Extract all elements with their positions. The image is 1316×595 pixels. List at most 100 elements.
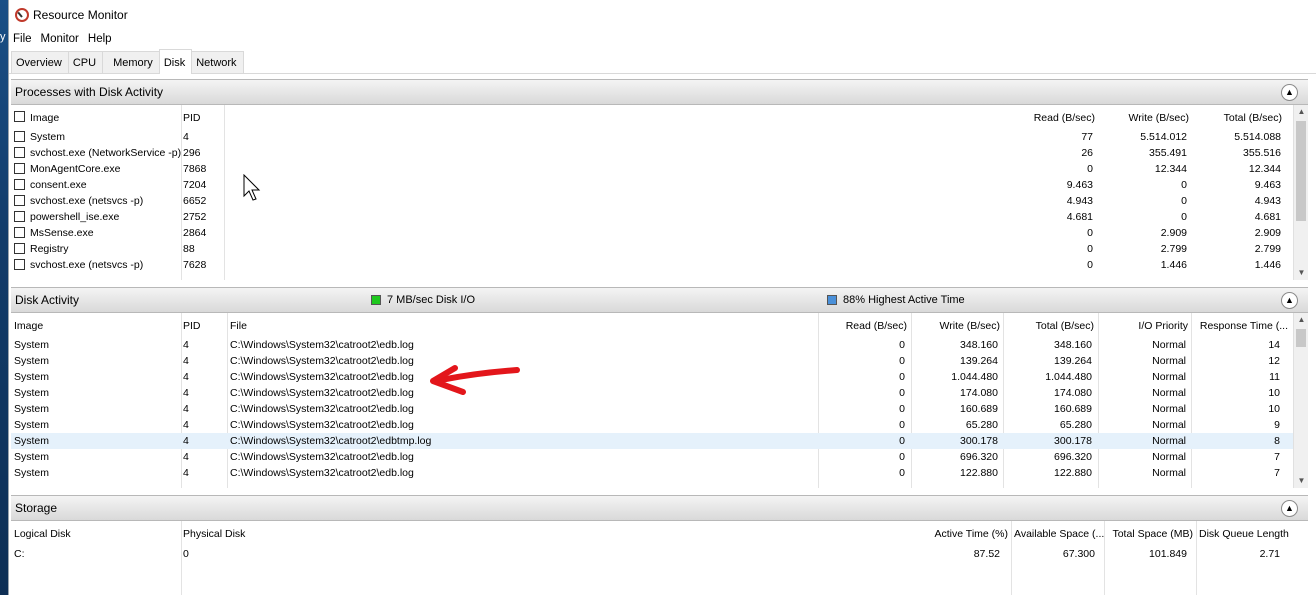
col-disk-queue-length[interactable]: Disk Queue Length [1199, 528, 1289, 540]
disk-file[interactable]: C:\Windows\System32\catroot2\edb.log [230, 387, 414, 399]
disk-read[interactable]: 0 [821, 355, 905, 367]
col-physical-disk[interactable]: Physical Disk [183, 528, 245, 540]
col-read[interactable]: Read (B/sec) [821, 320, 907, 332]
process-total[interactable]: 4.681 [1195, 211, 1281, 223]
disk-pid[interactable]: 4 [183, 451, 189, 463]
disk-write[interactable]: 348.160 [914, 339, 998, 351]
disk-activity-collapse-button[interactable]: ▲ [1281, 292, 1298, 309]
disk-file[interactable]: C:\Windows\System32\catroot2\edb.log [230, 419, 414, 431]
col-file[interactable]: File [230, 320, 247, 332]
disk-read[interactable]: 0 [821, 371, 905, 383]
process-write[interactable]: 0 [1101, 211, 1187, 223]
disk-total[interactable]: 1.044.480 [1006, 371, 1092, 383]
col-pid[interactable]: PID [183, 320, 201, 332]
disk-response-time[interactable]: 10 [1194, 387, 1280, 399]
process-image[interactable]: consent.exe [30, 179, 87, 191]
disk-response-time[interactable]: 10 [1194, 403, 1280, 415]
process-write[interactable]: 5.514.012 [1101, 131, 1187, 143]
process-total[interactable]: 4.943 [1195, 195, 1281, 207]
process-checkbox[interactable] [14, 195, 25, 206]
col-active-time[interactable]: Active Time (%) [911, 528, 1008, 540]
disk-pid[interactable]: 4 [183, 355, 189, 367]
disk-pid[interactable]: 4 [183, 419, 189, 431]
col-io-priority[interactable]: I/O Priority [1101, 320, 1188, 332]
disk-total[interactable]: 160.689 [1006, 403, 1092, 415]
process-checkbox[interactable] [14, 179, 25, 190]
process-checkbox[interactable] [14, 259, 25, 270]
disk-pid[interactable]: 4 [183, 339, 189, 351]
process-total[interactable]: 9.463 [1195, 179, 1281, 191]
disk-pid[interactable]: 4 [183, 403, 189, 415]
process-write[interactable]: 2.799 [1101, 243, 1187, 255]
process-total[interactable]: 2.909 [1195, 227, 1281, 239]
disk-file[interactable]: C:\Windows\System32\catroot2\edb.log [230, 467, 414, 479]
process-pid[interactable]: 4 [183, 131, 189, 143]
storage-logical-value[interactable]: C: [14, 548, 25, 560]
col-image[interactable]: Image [14, 320, 43, 332]
select-all-checkbox[interactable] [14, 111, 25, 122]
disk-file[interactable]: C:\Windows\System32\catroot2\edb.log [230, 355, 414, 367]
process-write[interactable]: 355.491 [1101, 147, 1187, 159]
tab-memory[interactable]: Memory [102, 51, 160, 73]
disk-total[interactable]: 300.178 [1006, 435, 1092, 447]
disk-io-priority[interactable]: Normal [1101, 451, 1186, 463]
disk-write[interactable]: 1.044.480 [914, 371, 998, 383]
disk-file[interactable]: C:\Windows\System32\catroot2\edb.log [230, 371, 414, 383]
process-read[interactable]: 26 [1011, 147, 1093, 159]
col-response-time[interactable]: Response Time (... [1194, 320, 1288, 332]
process-write[interactable]: 1.446 [1101, 259, 1187, 271]
disk-io-priority[interactable]: Normal [1101, 387, 1186, 399]
disk-pid[interactable]: 4 [183, 371, 189, 383]
process-image[interactable]: svchost.exe (NetworkService -p) [30, 147, 181, 159]
col-total[interactable]: Total (B/sec) [1006, 320, 1094, 332]
disk-response-time[interactable]: 14 [1194, 339, 1280, 351]
disk-io-priority[interactable]: Normal [1101, 403, 1186, 415]
process-write[interactable]: 2.909 [1101, 227, 1187, 239]
col-pid[interactable]: PID [183, 112, 201, 124]
storage-queue-value[interactable]: 2.71 [1199, 548, 1280, 560]
disk-response-time[interactable]: 7 [1194, 467, 1280, 479]
disk-io-priority[interactable]: Normal [1101, 355, 1186, 367]
process-read[interactable]: 0 [1011, 259, 1093, 271]
disk-write[interactable]: 300.178 [914, 435, 998, 447]
process-image[interactable]: Registry [30, 243, 69, 255]
col-total[interactable]: Total (B/sec) [1195, 112, 1282, 124]
process-pid[interactable]: 2752 [183, 211, 206, 223]
disk-image[interactable]: System [14, 451, 49, 463]
process-pid[interactable]: 7204 [183, 179, 206, 191]
storage-active-value[interactable]: 87.52 [911, 548, 1000, 560]
menu-help[interactable]: Help [88, 33, 112, 45]
processes-scrollbar[interactable]: ▲ ▼ [1293, 105, 1308, 280]
disk-image[interactable]: System [14, 371, 49, 383]
process-image[interactable]: svchost.exe (netsvcs -p) [30, 259, 143, 271]
process-pid[interactable]: 7868 [183, 163, 206, 175]
process-write[interactable]: 0 [1101, 179, 1187, 191]
process-total[interactable]: 5.514.088 [1195, 131, 1281, 143]
col-read[interactable]: Read (B/sec) [1011, 112, 1095, 124]
disk-total[interactable]: 696.320 [1006, 451, 1092, 463]
disk-io-priority[interactable]: Normal [1101, 419, 1186, 431]
process-image[interactable]: powershell_ise.exe [30, 211, 119, 223]
process-write[interactable]: 12.344 [1101, 163, 1187, 175]
process-pid[interactable]: 88 [183, 243, 195, 255]
process-checkbox[interactable] [14, 131, 25, 142]
disk-write[interactable]: 122.880 [914, 467, 998, 479]
col-logical-disk[interactable]: Logical Disk [14, 528, 71, 540]
process-read[interactable]: 4.681 [1011, 211, 1093, 223]
col-image[interactable]: Image [30, 112, 59, 124]
process-checkbox[interactable] [14, 211, 25, 222]
disk-write[interactable]: 139.264 [914, 355, 998, 367]
col-write[interactable]: Write (B/sec) [1101, 112, 1189, 124]
disk-response-time[interactable]: 8 [1194, 435, 1280, 447]
process-read[interactable]: 9.463 [1011, 179, 1093, 191]
disk-response-time[interactable]: 11 [1194, 371, 1280, 383]
disk-image[interactable]: System [14, 419, 49, 431]
disk-write[interactable]: 65.280 [914, 419, 998, 431]
menu-file[interactable]: File [13, 33, 32, 45]
disk-read[interactable]: 0 [821, 467, 905, 479]
disk-read[interactable]: 0 [821, 339, 905, 351]
disk-io-priority[interactable]: Normal [1101, 467, 1186, 479]
disk-total[interactable]: 122.880 [1006, 467, 1092, 479]
disk-response-time[interactable]: 9 [1194, 419, 1280, 431]
disk-pid[interactable]: 4 [183, 435, 189, 447]
